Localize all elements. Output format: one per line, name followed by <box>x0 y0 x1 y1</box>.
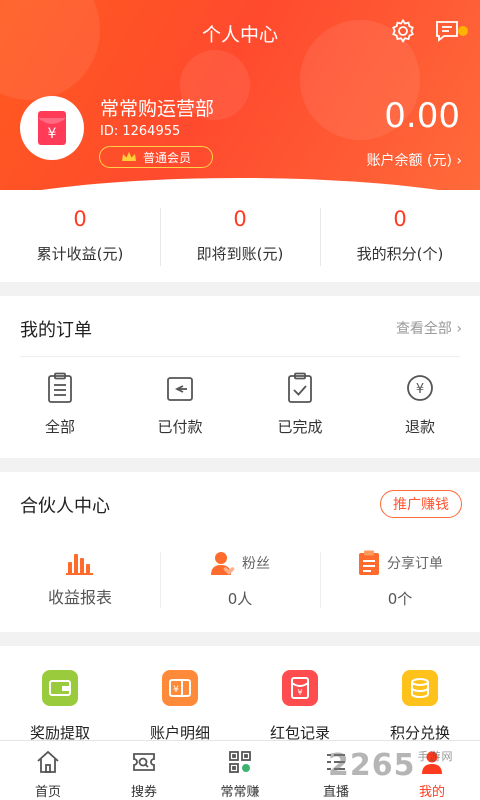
crown-icon <box>121 152 136 161</box>
section-title: 合伙人中心 <box>20 496 110 517</box>
gear-icon[interactable] <box>390 18 416 44</box>
message-icon[interactable] <box>434 18 460 44</box>
stat-value: 0 <box>233 207 247 231</box>
tab-label: 搜券 <box>130 785 157 800</box>
stat-pending[interactable]: 0 即将到账(元) <box>160 190 320 282</box>
tab-label: 我的 <box>418 785 445 800</box>
earnings-stats: 0 累计收益(元) 0 即将到账(元) 0 我的积分(个) <box>0 190 480 282</box>
svg-text:¥: ¥ <box>48 126 57 142</box>
tab-label: 常常赚 <box>220 785 260 800</box>
account-balance-label[interactable]: 账户余额 (元) › <box>367 150 462 170</box>
qr-code-icon <box>229 751 251 773</box>
divider <box>20 356 460 357</box>
header-decoration <box>0 0 100 100</box>
earnings-report[interactable]: 收益报表 <box>0 548 160 618</box>
red-packet-icon: ¥ <box>282 670 318 706</box>
red-packet-avatar-icon: ¥ <box>38 111 66 145</box>
notification-dot <box>458 26 468 36</box>
stat-points[interactable]: 0 我的积分(个) <box>320 190 480 282</box>
section-title: 我的订单 <box>20 320 92 341</box>
member-level-badge: 普通会员 <box>99 146 213 168</box>
svg-text:¥: ¥ <box>297 688 302 697</box>
tab-label: 直播 <box>322 785 349 800</box>
red-packet-records[interactable]: ¥ 红包记录 <box>240 670 360 743</box>
share-order-icon <box>359 550 379 575</box>
watermark-sub: 手游网 <box>417 750 454 763</box>
stat-label: 我的积分(个) <box>356 245 444 263</box>
bar-chart-icon <box>66 554 93 575</box>
shared-orders-label: 分享订单 <box>387 556 443 572</box>
member-level-label: 普通会员 <box>142 150 191 165</box>
tools-card: 奖励提取 ¥ 账户明细 ¥ 红包记录 积分兑换 <box>0 646 480 746</box>
completed-check-icon <box>288 372 312 403</box>
shared-orders-count: 0个 <box>387 590 413 608</box>
stat-value: 0 <box>73 207 87 231</box>
order-filter-label: 已付款 <box>157 418 203 436</box>
account-details[interactable]: ¥ 账户明细 <box>120 670 240 743</box>
clipboard-list-icon <box>48 372 72 403</box>
promote-earn-button[interactable]: 推广赚钱 <box>380 490 462 518</box>
coins-icon <box>402 670 438 706</box>
order-filter-label: 已完成 <box>277 418 323 436</box>
earnings-report-label: 收益报表 <box>47 588 112 607</box>
partner-center-card: 合伙人中心 推广赚钱 收益报表 粉丝 0人 分享订单 0个 <box>0 472 480 632</box>
order-filter-paid[interactable]: 已付款 <box>120 372 240 437</box>
account-detail-icon: ¥ <box>162 670 198 706</box>
svg-text:¥: ¥ <box>173 685 179 695</box>
fans[interactable]: 粉丝 0人 <box>160 548 320 618</box>
avatar[interactable]: ¥ <box>20 96 84 160</box>
my-orders-card: 我的订单 查看全部 › 全部 已付款 已完成 ¥ 退款 <box>0 296 480 458</box>
view-all-orders-link[interactable]: 查看全部 › <box>396 318 462 338</box>
watermark-main: 2265 <box>328 748 416 783</box>
tab-search-coupon[interactable]: 搜券 <box>96 741 192 800</box>
shared-orders[interactable]: 分享订单 0个 <box>320 548 480 618</box>
points-exchange[interactable]: 积分兑换 <box>360 670 480 743</box>
account-balance[interactable]: 0.00 <box>384 96 460 136</box>
order-filter-label: 退款 <box>404 418 435 436</box>
watermark-logo: 2265 手游网 <box>328 748 454 783</box>
user-name: 常常购运营部 <box>100 98 215 120</box>
search-coupon-icon <box>133 753 155 771</box>
home-icon <box>37 750 59 773</box>
order-filter-label: 全部 <box>44 418 75 436</box>
order-filter-completed[interactable]: 已完成 <box>240 372 360 437</box>
tab-label: 首页 <box>34 785 61 800</box>
stat-label: 即将到账(元) <box>196 245 284 263</box>
wallet-icon <box>42 670 78 706</box>
stat-label: 累计收益(元) <box>36 245 124 263</box>
refund-yen-icon: ¥ <box>407 375 433 401</box>
tab-earn[interactable]: 常常赚 <box>192 741 288 800</box>
tab-home[interactable]: 首页 <box>0 741 96 800</box>
user-id: ID: 1264955 <box>100 124 181 139</box>
order-filter-refund[interactable]: ¥ 退款 <box>360 372 480 437</box>
svg-text:¥: ¥ <box>416 382 424 397</box>
fans-icon <box>211 552 235 575</box>
order-filter-all[interactable]: 全部 <box>0 372 120 437</box>
fans-count: 0人 <box>227 590 253 608</box>
stat-value: 0 <box>393 207 407 231</box>
fans-label: 粉丝 <box>242 556 270 572</box>
reward-withdraw[interactable]: 奖励提取 <box>0 670 120 743</box>
stat-total-earnings[interactable]: 0 累计收益(元) <box>0 190 160 282</box>
payment-icon <box>167 377 193 401</box>
